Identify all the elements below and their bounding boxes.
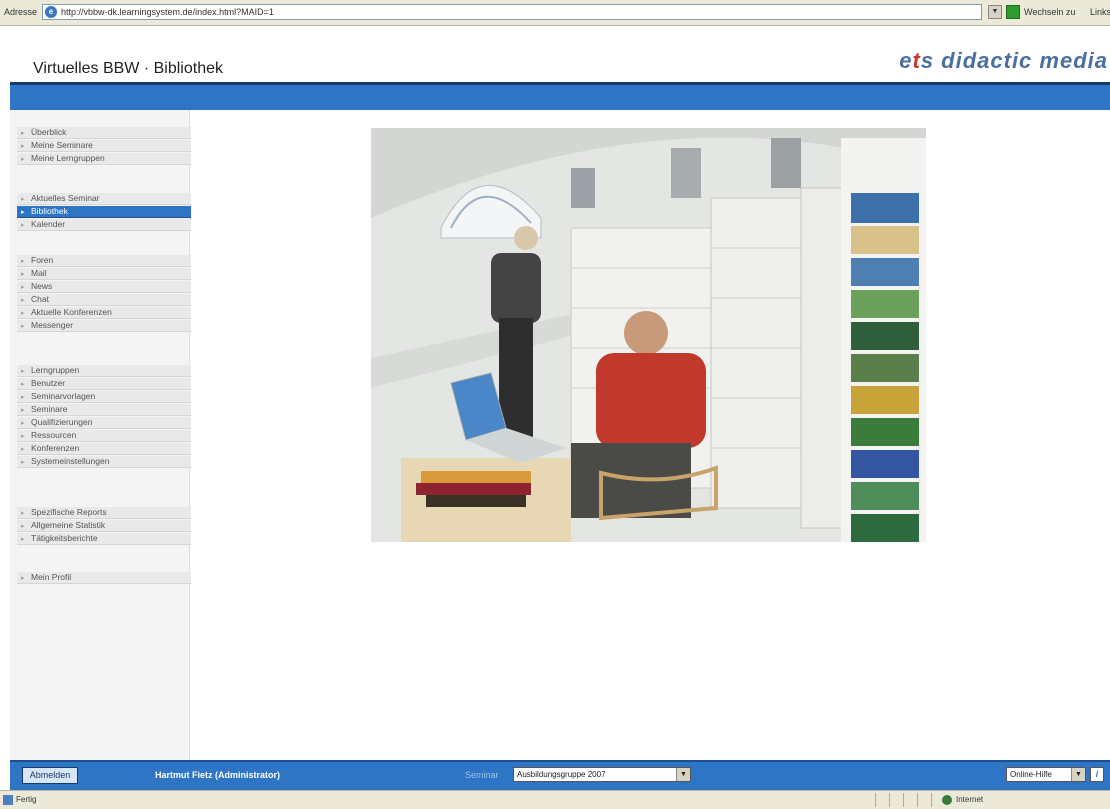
bullet-icon: ▸ — [21, 271, 25, 278]
brand-logo: ets didactic media — [899, 48, 1108, 74]
brand-suffix: s didactic media — [920, 48, 1108, 73]
links-button[interactable]: Links — [1090, 7, 1110, 17]
help-select-value: Online-Hilfe — [1010, 770, 1052, 779]
sidebar-item-bibliothek[interactable]: ▸ Bibliothek — [17, 206, 191, 218]
sidebar-item-seminare[interactable]: ▸ Seminare — [17, 404, 191, 416]
sidebar-nav: ▸ Überblick ▸ Meine Seminare ▸ Meine Lerngr… — [10, 110, 191, 760]
library-photo-graphic — [371, 128, 926, 542]
sidebar-item-benutzer[interactable]: ▸ Benutzer — [17, 378, 191, 390]
sidebar-item-aktuelle-konferenzen[interactable]: ▸ Aktuelle Konferenzen — [17, 307, 191, 319]
sidebar-item-allgemeine-statistik[interactable]: ▸ Allgemeine Statistik — [17, 520, 191, 532]
sidebar-item-ressourcen[interactable]: ▸ Ressourcen — [17, 430, 191, 442]
address-dropdown-button[interactable]: ▼ — [988, 5, 1002, 19]
page-done-icon — [3, 795, 13, 805]
bullet-icon: ▸ — [21, 368, 25, 375]
sidebar-item-konferenzen[interactable]: ▸ Konferenzen — [17, 443, 191, 455]
nav-group-reports: ▸ Spezifische Reports ▸ Allgemeine Statist… — [17, 507, 191, 546]
bullet-icon: ▸ — [21, 297, 25, 304]
ie-page-icon: e — [45, 6, 57, 18]
logout-button[interactable]: Abmelden — [22, 767, 78, 784]
seminar-label: Seminar — [465, 770, 499, 780]
bullet-icon: ▸ — [21, 407, 25, 414]
go-button[interactable]: Wechseln zu — [1024, 7, 1075, 17]
seminar-select-value: Ausbildungsgruppe 2007 — [517, 770, 606, 779]
go-arrow-icon[interactable] — [1006, 5, 1020, 19]
bullet-icon: ▸ — [21, 446, 25, 453]
sidebar-item-mein-profil[interactable]: ▸ Mein Profil — [17, 572, 191, 584]
nav-group-communication: ▸ Foren ▸ Mail ▸ News ▸ Chat ▸ Aktuelle Konfe… — [17, 255, 191, 333]
status-text: Fertig — [16, 795, 37, 804]
sidebar-item-meine-seminare[interactable]: ▸ Meine Seminare — [17, 140, 191, 152]
footer-bar: Abmelden Hartmut Fietz (Administrator) S… — [10, 760, 1110, 790]
internet-zone-icon — [942, 795, 952, 805]
bullet-icon: ▸ — [21, 284, 25, 291]
sidebar-item-mail[interactable]: ▸ Mail — [17, 268, 191, 280]
sidebar-item-spezifische-reports[interactable]: ▸ Spezifische Reports — [17, 507, 191, 519]
nav-group-seminar: ▸ Aktuelles Seminar ▸ Bibliothek ▸ Kalender — [17, 193, 191, 232]
bullet-icon: ▸ — [21, 143, 25, 150]
bullet-icon: ▸ — [21, 394, 25, 401]
bullet-icon: ▸ — [21, 222, 25, 229]
current-user: Hartmut Fietz (Administrator) — [155, 770, 281, 780]
browser-address-bar: Adresse e http://vbbw-dk.learningsystem.… — [0, 0, 1110, 26]
nav-group-profile: ▸ Mein Profil — [17, 572, 191, 585]
browser-status-bar: Fertig Internet — [0, 790, 1110, 809]
address-label: Adresse — [4, 7, 38, 17]
info-button[interactable]: i — [1090, 767, 1104, 782]
bullet-icon: ▸ — [21, 381, 25, 388]
bullet-icon: ▸ — [21, 310, 25, 317]
sidebar-item-lerngruppen[interactable]: ▸ Lerngruppen — [17, 365, 191, 377]
sidebar-item-chat[interactable]: ▸ Chat — [17, 294, 191, 306]
bullet-icon: ▸ — [21, 209, 25, 216]
header-band — [10, 82, 1110, 110]
bullet-icon: ▸ — [21, 130, 25, 137]
sidebar-item-kalender[interactable]: ▸ Kalender — [17, 219, 191, 231]
brand-mid: t — [912, 48, 921, 73]
chevron-down-icon[interactable]: ▼ — [1071, 768, 1085, 781]
status-panels — [875, 793, 936, 807]
sidebar-item-taetigkeitsberichte[interactable]: ▸ Tätigkeitsberichte — [17, 533, 191, 545]
bullet-icon: ▸ — [21, 523, 25, 530]
help-select[interactable]: Online-Hilfe ▼ — [1006, 767, 1086, 782]
bullet-icon: ▸ — [21, 258, 25, 265]
bullet-icon: ▸ — [21, 156, 25, 163]
bullet-icon: ▸ — [21, 420, 25, 427]
bullet-icon: ▸ — [21, 536, 25, 543]
chevron-down-icon[interactable]: ▼ — [676, 768, 690, 781]
url-input[interactable]: e http://vbbw-dk.learningsystem.de/index… — [42, 4, 982, 20]
sidebar-item-systemeinstellungen[interactable]: ▸ Systemeinstellungen — [17, 456, 191, 468]
bullet-icon: ▸ — [21, 323, 25, 330]
sidebar-item-seminarvorlagen[interactable]: ▸ Seminarvorlagen — [17, 391, 191, 403]
sidebar-item-messenger[interactable]: ▸ Messenger — [17, 320, 191, 332]
sidebar-item-foren[interactable]: ▸ Foren — [17, 255, 191, 267]
url-text: http://vbbw-dk.learningsystem.de/index.h… — [61, 7, 274, 17]
bullet-icon: ▸ — [21, 510, 25, 517]
bullet-icon: ▸ — [21, 575, 25, 582]
app-header: Virtuelles BBW · Bibliothek ets didactic… — [10, 26, 1110, 82]
bullet-icon: ▸ — [21, 459, 25, 466]
bullet-icon: ▸ — [21, 196, 25, 203]
nav-group-admin: ▸ Lerngruppen ▸ Benutzer ▸ Seminarvorlagen … — [17, 365, 191, 469]
bullet-icon: ▸ — [21, 433, 25, 440]
seminar-select[interactable]: Ausbildungsgruppe 2007 ▼ — [513, 767, 691, 782]
sidebar-item-qualifizierungen[interactable]: ▸ Qualifizierungen — [17, 417, 191, 429]
library-illustration — [371, 128, 926, 542]
brand-prefix: e — [899, 48, 913, 73]
sidebar-item-meine-lerngruppen[interactable]: ▸ Meine Lerngruppen — [17, 153, 191, 165]
sidebar-item-news[interactable]: ▸ News — [17, 281, 191, 293]
nav-group-personal: ▸ Überblick ▸ Meine Seminare ▸ Meine Lerngr… — [17, 127, 191, 166]
security-zone-text: Internet — [956, 795, 984, 804]
sidebar-item-aktuelles-seminar[interactable]: ▸ Aktuelles Seminar — [17, 193, 191, 205]
page-title: Virtuelles BBW · Bibliothek — [33, 60, 223, 77]
sidebar-item-ueberblick[interactable]: ▸ Überblick — [17, 127, 191, 139]
